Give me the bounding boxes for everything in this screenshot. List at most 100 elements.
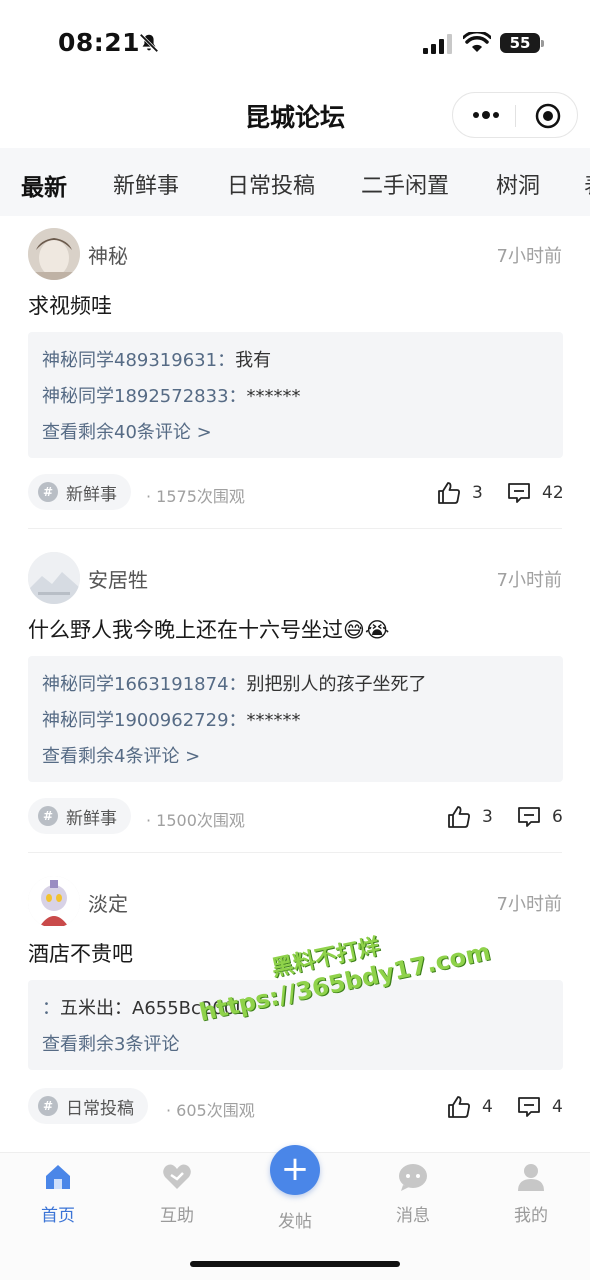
like-count: 3	[472, 483, 483, 503]
hash-icon: #	[38, 806, 58, 826]
tab-more[interactable]: 表	[584, 168, 590, 200]
tab-me[interactable]: 我的	[486, 1161, 576, 1226]
comment-icon	[518, 1097, 540, 1117]
hash-icon: #	[38, 1096, 58, 1116]
author-name[interactable]: 安居牲	[88, 564, 148, 593]
new-post-button[interactable]: +	[270, 1145, 320, 1195]
like-count: 4	[482, 1097, 493, 1117]
post-time: 7小时前	[496, 570, 562, 591]
comment-preview[interactable]: ：五米出：A655Bc200L 查看剩余3条评论	[28, 980, 563, 1070]
post-time: 7小时前	[496, 246, 562, 267]
comment-icon	[518, 807, 540, 827]
divider	[28, 528, 562, 529]
thumbs-up-icon	[438, 482, 460, 504]
status-bar: 08:21 55	[0, 0, 590, 80]
tab-help-label: 互助	[160, 1206, 194, 1226]
new-post-label: 发帖	[278, 1212, 312, 1232]
home-icon	[46, 1165, 70, 1189]
message-icon	[399, 1164, 427, 1191]
tab-messages[interactable]: 消息	[368, 1161, 458, 1226]
post-card[interactable]: 安居牲 7小时前 什么野人我今晚上还在十六号坐过😅😭 神秘同学166319187…	[0, 540, 590, 850]
post-card[interactable]: 淡定 7小时前 酒店不贵吧 ：五米出：A655Bc200L 查看剩余3条评论 #…	[0, 864, 590, 1144]
post-content: 求视频哇	[28, 294, 112, 318]
topic-tag[interactable]: # 新鲜事	[28, 474, 131, 510]
tab-news[interactable]: 新鲜事	[113, 168, 179, 200]
comment-line: 神秘同学1892572833：******	[42, 382, 301, 408]
capsule-divider	[515, 105, 516, 127]
tab-home[interactable]: 首页	[13, 1161, 103, 1226]
tab-tree-hole[interactable]: 树洞	[496, 168, 540, 200]
comment-line: 神秘同学489319631：我有	[42, 346, 271, 372]
comment-text: ******	[246, 386, 301, 407]
hash-icon: #	[38, 482, 58, 502]
tab-help[interactable]: 互助	[132, 1161, 222, 1226]
topic-tag-label: 新鲜事	[66, 808, 117, 829]
comment-text: 五米出：A655Bc200L	[60, 998, 246, 1019]
comment-line: 神秘同学1663191874：别把别人的孩子坐死了	[42, 670, 427, 696]
home-indicator	[190, 1261, 400, 1267]
like-count: 3	[482, 807, 493, 827]
view-count: · 605次围观	[166, 1101, 255, 1120]
comment-preview[interactable]: 神秘同学489319631：我有 神秘同学1892572833：****** 查…	[28, 332, 563, 458]
tab-latest[interactable]: 最新	[21, 168, 67, 202]
topic-tag-label: 新鲜事	[66, 484, 117, 505]
post-time: 7小时前	[496, 894, 562, 915]
view-more-comments-link[interactable]: 查看剩余40条评论 >	[42, 418, 212, 444]
tab-second-hand[interactable]: 二手闲置	[361, 168, 449, 200]
close-target-icon[interactable]	[535, 103, 561, 129]
comment-author: 神秘同学1663191874：	[42, 674, 247, 695]
tab-me-label: 我的	[514, 1206, 548, 1226]
like-button[interactable]: 3	[446, 804, 493, 830]
comment-line: ：五米出：A655Bc200L	[42, 994, 245, 1020]
view-count: · 1575次围观	[146, 487, 245, 506]
avatar[interactable]	[28, 228, 80, 280]
bell-off-icon	[139, 33, 159, 53]
like-button[interactable]: 3	[436, 480, 483, 506]
comment-icon	[508, 483, 530, 503]
mini-program-capsule	[452, 92, 578, 138]
comment-count: 4	[552, 1097, 563, 1117]
comment-text: 别把别人的孩子坐死了	[246, 674, 427, 695]
author-name[interactable]: 神秘	[88, 240, 128, 269]
heart-hand-icon	[163, 1164, 191, 1189]
author-name[interactable]: 淡定	[88, 888, 128, 917]
topic-tag[interactable]: # 新鲜事	[28, 798, 131, 834]
like-button[interactable]: 4	[446, 1094, 493, 1120]
status-time: 08:21	[58, 28, 141, 57]
comment-button[interactable]: 6	[516, 804, 563, 830]
view-more-comments-link[interactable]: 查看剩余4条评论 >	[42, 742, 200, 768]
comment-line: 神秘同学1900962729：******	[42, 706, 301, 732]
nav-bar: 昆城论坛	[0, 80, 590, 148]
thumbs-up-icon	[448, 806, 470, 828]
category-tabs: 最新 新鲜事 日常投稿 二手闲置 树洞 表	[0, 148, 590, 216]
battery-indicator: 55	[500, 33, 544, 53]
comment-text: 我有	[235, 350, 272, 371]
comment-preview[interactable]: 神秘同学1663191874：别把别人的孩子坐死了 神秘同学1900962729…	[28, 656, 563, 782]
avatar[interactable]	[28, 876, 80, 928]
comment-author: 神秘同学489319631：	[42, 350, 236, 371]
avatar[interactable]	[28, 552, 80, 604]
post-content: 什么野人我今晚上还在十六号坐过😅😭	[28, 618, 390, 642]
comment-author: ：	[42, 998, 60, 1019]
thumbs-up-icon	[448, 1096, 470, 1118]
comment-count: 6	[552, 807, 563, 827]
divider	[28, 852, 562, 853]
comment-count: 42	[542, 483, 564, 503]
more-icon[interactable]	[471, 107, 501, 123]
post-card[interactable]: 神秘 7小时前 求视频哇 神秘同学489319631：我有 神秘同学189257…	[0, 216, 590, 526]
view-count: · 1500次围观	[146, 811, 245, 830]
topic-tag[interactable]: # 日常投稿	[28, 1088, 148, 1124]
comment-button[interactable]: 42	[506, 480, 564, 506]
signal-icon	[423, 34, 452, 54]
post-content: 酒店不贵吧	[28, 942, 133, 966]
tab-daily-submission[interactable]: 日常投稿	[227, 168, 315, 200]
comment-text: ******	[246, 710, 301, 731]
topic-tag-label: 日常投稿	[66, 1098, 134, 1119]
wifi-icon	[463, 32, 491, 52]
tab-messages-label: 消息	[396, 1206, 430, 1226]
plus-icon: +	[280, 1149, 310, 1189]
comment-author: 神秘同学1892572833：	[42, 386, 247, 407]
view-more-comments-link[interactable]: 查看剩余3条评论	[42, 1030, 179, 1056]
comment-button[interactable]: 4	[516, 1094, 563, 1120]
user-icon	[518, 1164, 544, 1191]
